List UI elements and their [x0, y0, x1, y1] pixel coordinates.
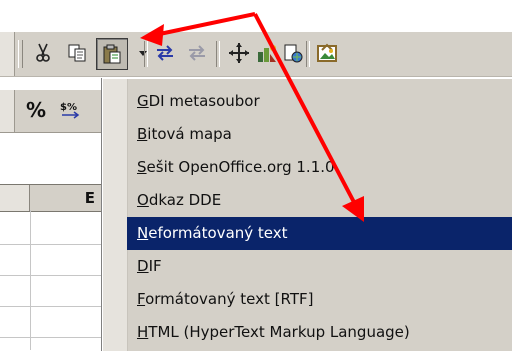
menu-item-label: IF: [148, 257, 162, 275]
toolbar-separator: [144, 41, 148, 67]
standard-toolbar: [0, 32, 512, 77]
menu-item-label: eformátovaný text: [148, 224, 288, 242]
menu-item[interactable]: HTML (HyperText Markup Language): [127, 316, 512, 349]
grid-line: [30, 210, 31, 350]
menu-item-mnemonic: F: [137, 290, 146, 308]
menu-item-mnemonic: H: [137, 323, 149, 341]
menu-item-mnemonic: S: [137, 158, 147, 176]
menu-item[interactable]: Formátovaný text [RTF]: [127, 283, 512, 316]
menu-item[interactable]: Odkaz DDE: [127, 184, 512, 217]
menu-item-label: ormátovaný text [RTF]: [145, 290, 314, 308]
paste-special-menu: GDI metasoubor Bitová mapa Sešit OpenOffic…: [102, 78, 512, 351]
menu-item-label: DI metasoubor: [148, 92, 260, 110]
navigator-icon[interactable]: [224, 38, 254, 68]
link-icon[interactable]: [150, 38, 180, 68]
menu-item[interactable]: GDI metasoubor: [127, 85, 512, 118]
menu-item-mnemonic: N: [137, 224, 149, 242]
menu-item[interactable]: Sešit OpenOffice.org 1.1.0: [127, 151, 512, 184]
toolbar-edge: [0, 90, 15, 132]
paste-special-icon[interactable]: [96, 38, 128, 70]
menu-item-mnemonic: G: [137, 92, 149, 110]
menu-item-mnemonic: D: [137, 257, 149, 275]
menu-item-mnemonic: B: [137, 125, 148, 143]
menu-item-label: TML (HyperText Markup Language): [148, 323, 410, 341]
percent-format-button[interactable]: %: [26, 98, 46, 122]
menu-item[interactable]: DIF: [127, 250, 512, 283]
cut-icon[interactable]: [28, 38, 58, 68]
column-header-e[interactable]: E: [30, 185, 102, 211]
menu-item-label: dkaz DDE: [148, 191, 222, 209]
row-header-corner: [0, 185, 30, 211]
currency-format-button[interactable]: $%: [58, 98, 86, 124]
toolbar-separator: [306, 41, 310, 67]
unlink-icon[interactable]: [182, 38, 212, 68]
picture-icon[interactable]: [312, 38, 342, 68]
toolbar-edge: [0, 32, 15, 76]
svg-text:$%: $%: [60, 102, 77, 113]
copy-icon[interactable]: [62, 38, 92, 68]
menu-item-mnemonic: O: [137, 191, 149, 209]
menu-item[interactable]: Bitová mapa: [127, 118, 512, 151]
menu-item-label: ešit OpenOffice.org 1.1.0: [146, 158, 335, 176]
menu-item-label: itová mapa: [147, 125, 232, 143]
toolbar-separator: [216, 41, 220, 67]
menu-icon-strip: [103, 79, 128, 351]
data-sources-icon[interactable]: [278, 38, 308, 68]
toolbar-grip[interactable]: [18, 40, 23, 68]
menu-item[interactable]: Neformátovaný text: [127, 217, 512, 250]
